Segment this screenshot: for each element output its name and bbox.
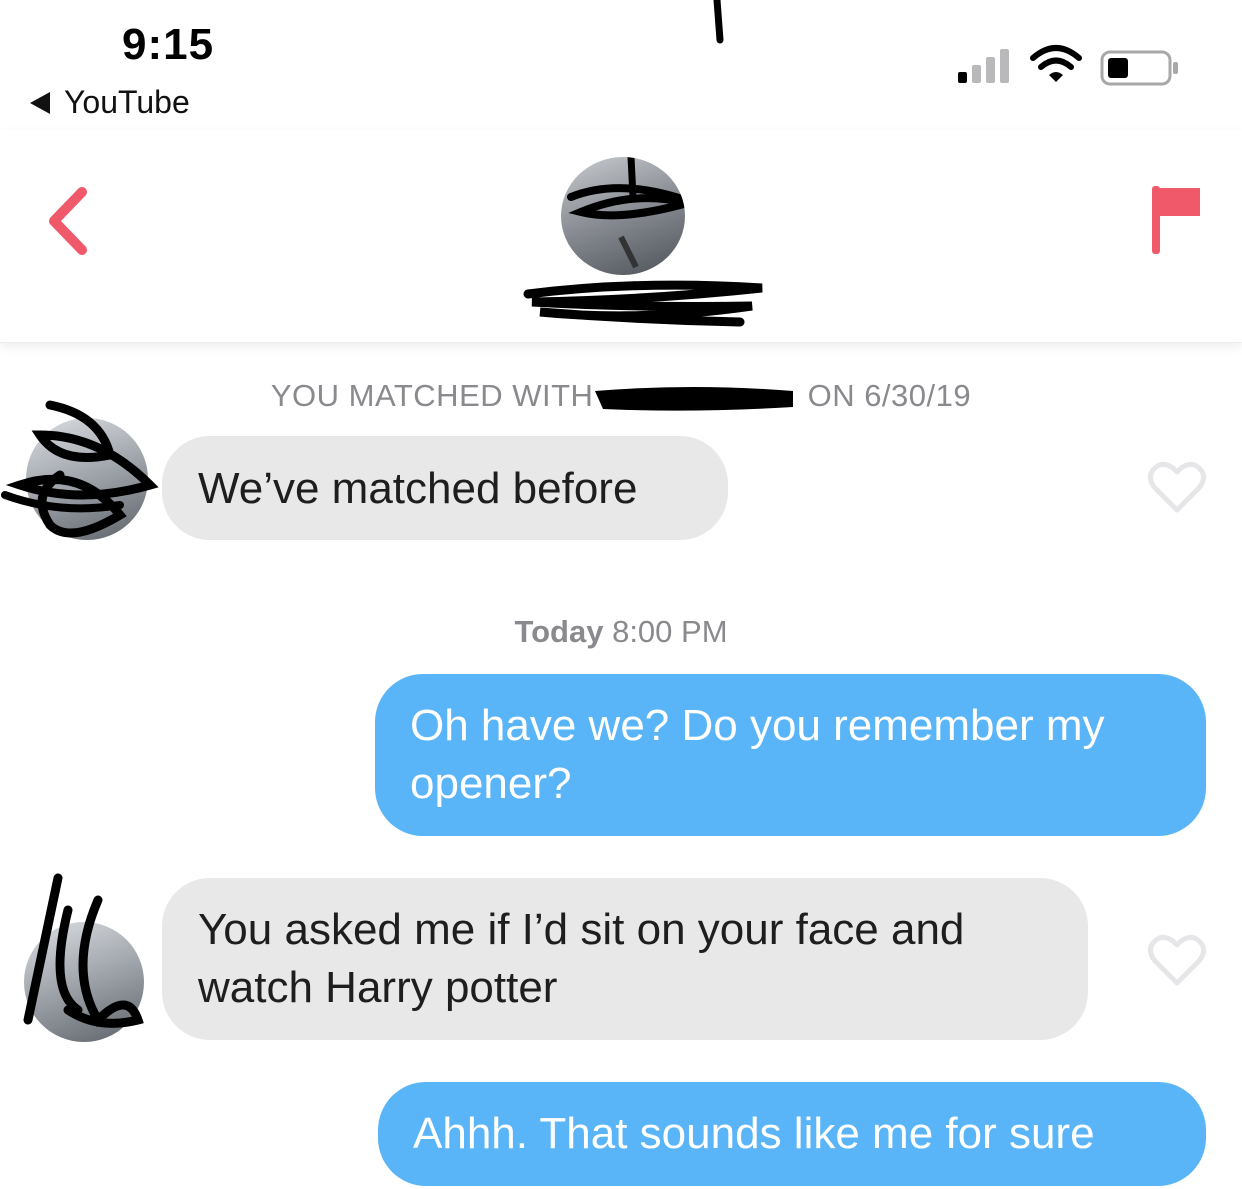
wifi-icon (1030, 45, 1082, 82)
status-time: 9:15 (122, 20, 215, 69)
pen-mark (713, 0, 724, 44)
avatar-scribble (567, 157, 685, 269)
message-bubble-incoming[interactable]: You asked me if I’d sit on your face and… (162, 878, 1088, 1040)
message-bubble-outgoing[interactable]: Ahhh. That sounds like me for sure (378, 1082, 1206, 1186)
name-redaction-scribble (595, 386, 794, 411)
message-text: Ahhh. That sounds like me for sure (413, 1109, 1095, 1158)
flag-icon[interactable] (1150, 184, 1202, 256)
battery-icon (1100, 50, 1178, 86)
timestamp-time: 8:00 PM (612, 614, 728, 649)
name-redaction-scribble (523, 280, 763, 327)
back-triangle-icon (30, 91, 50, 114)
message-text: You asked me if I’d sit on your face and… (198, 905, 965, 1012)
match-notice: YOU MATCHED WITH ON 6/30/19 (0, 378, 1242, 414)
message-text: Oh have we? Do you remember my opener? (410, 701, 1105, 808)
message-bubble-incoming[interactable]: We’ve matched before (162, 436, 728, 540)
back-to-app-link[interactable]: YouTube (30, 84, 190, 121)
match-notice-suffix: ON 6/30/19 (807, 378, 972, 413)
match-avatar[interactable] (561, 157, 685, 275)
cellular-signal-icon (958, 49, 1009, 83)
message-timestamp: Today 8:00 PM (0, 614, 1242, 650)
chevron-left-icon[interactable] (44, 186, 90, 256)
message-text: We’ve matched before (198, 464, 638, 513)
heart-icon[interactable] (1147, 933, 1207, 987)
avatar-redaction-scribble (23, 873, 144, 1028)
back-app-label: YouTube (64, 84, 190, 120)
match-notice-prefix: YOU MATCHED WITH (270, 378, 594, 413)
avatar-redaction-scribble (1, 400, 159, 538)
timestamp-day: Today (514, 614, 604, 649)
heart-icon[interactable] (1147, 460, 1207, 514)
message-bubble-outgoing[interactable]: Oh have we? Do you remember my opener? (375, 674, 1206, 836)
